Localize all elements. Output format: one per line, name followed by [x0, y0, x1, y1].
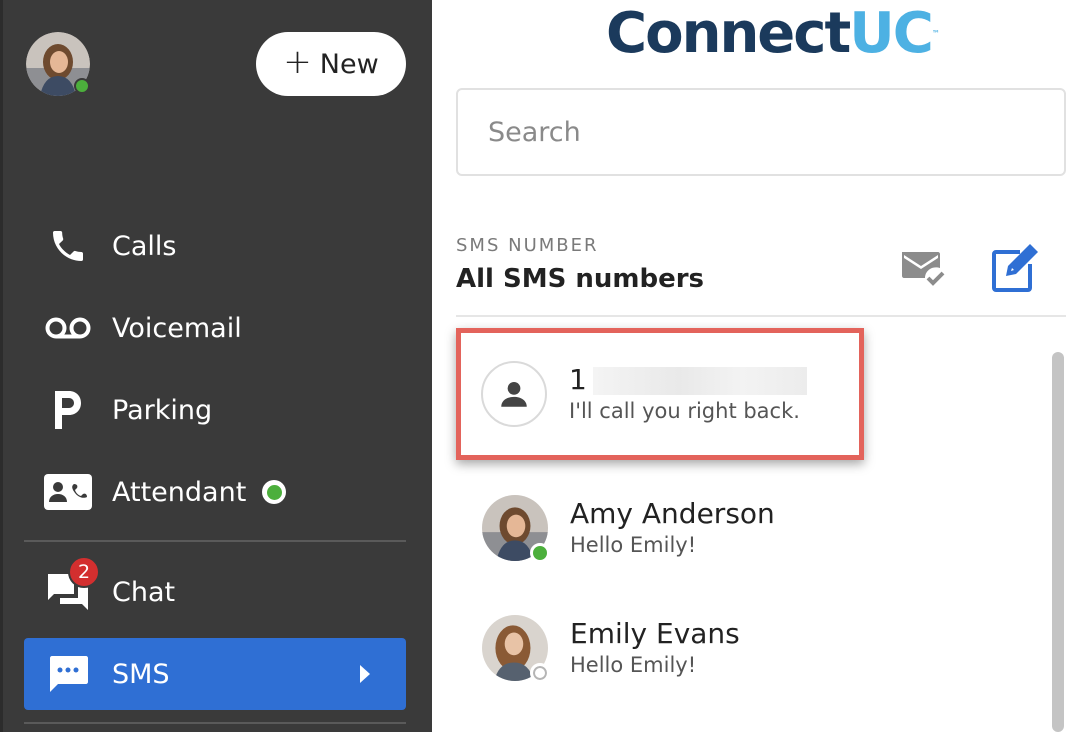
conversation-item[interactable]: Emily Evans Hello Emily! [466, 594, 856, 702]
phone-icon [24, 210, 112, 282]
sidebar-item-voicemail[interactable]: Voicemail [24, 292, 406, 364]
brand-logo: ConnectUC™ [606, 4, 940, 64]
conversation-preview: Hello Emily! [570, 653, 697, 677]
voicemail-icon [24, 292, 112, 364]
sms-number-caption: SMS NUMBER [456, 235, 599, 256]
new-button[interactable]: + New [256, 32, 406, 96]
contact-avatar [481, 361, 547, 427]
contact-avatar [482, 495, 550, 563]
sidebar-item-chat[interactable]: 2 Chat [24, 556, 406, 628]
sidebar: + New Calls Voicemail Parking Attendant [0, 0, 432, 732]
sidebar-item-label: Parking [112, 394, 213, 426]
conversation-item[interactable]: Amy Anderson Hello Emily! [466, 474, 856, 582]
chat-icon: 2 [24, 556, 112, 628]
presence-offline-dot [530, 663, 550, 683]
brand-name-part2: UC [849, 1, 934, 66]
brand-name-part1: Connect [606, 1, 851, 66]
contact-avatar [482, 615, 550, 683]
attendant-icon [24, 456, 112, 528]
conversation-item[interactable]: 1 I'll call you right back. [456, 328, 864, 460]
search-box [456, 88, 1066, 176]
search-input[interactable] [458, 90, 1064, 174]
person-icon [501, 381, 527, 407]
sidebar-item-sms[interactable]: SMS [24, 638, 406, 710]
sidebar-item-parking[interactable]: Parking [24, 374, 406, 446]
mark-read-icon[interactable] [900, 248, 946, 288]
attendant-status-dot [262, 480, 287, 504]
conversation-list-scrollbar[interactable] [1052, 352, 1064, 732]
sidebar-edge [0, 0, 3, 732]
sidebar-item-calls[interactable]: Calls [24, 210, 406, 282]
sms-number-select[interactable]: All SMS numbers [456, 264, 704, 294]
sidebar-item-label: Voicemail [112, 312, 242, 344]
list-divider [456, 315, 1066, 317]
chat-unread-badge: 2 [68, 556, 100, 588]
sms-icon [24, 638, 112, 710]
sidebar-item-label: Calls [112, 230, 177, 262]
sidebar-item-label: Chat [112, 576, 176, 608]
conversation-preview: Hello Emily! [570, 533, 697, 557]
chevron-right-icon [360, 665, 370, 683]
sidebar-divider [24, 722, 406, 724]
conversation-name: Emily Evans [570, 617, 740, 650]
compose-icon[interactable] [990, 242, 1042, 292]
conversation-name: Amy Anderson [570, 497, 775, 530]
conversation-name: 1 [569, 363, 807, 397]
redacted-number [592, 367, 807, 395]
conversation-preview: I'll call you right back. [569, 399, 800, 423]
user-avatar[interactable] [26, 32, 90, 96]
sidebar-item-label: SMS [112, 658, 170, 690]
presence-online-dot [530, 543, 550, 563]
sidebar-item-label: Attendant [112, 476, 247, 508]
presence-online-dot [74, 78, 90, 94]
brand-trademark: ™ [931, 29, 940, 38]
sidebar-item-attendant[interactable]: Attendant [24, 456, 406, 528]
new-button-label: New [319, 48, 379, 80]
plus-icon: + [283, 42, 312, 82]
parking-icon [24, 374, 112, 446]
sidebar-divider [24, 540, 406, 542]
